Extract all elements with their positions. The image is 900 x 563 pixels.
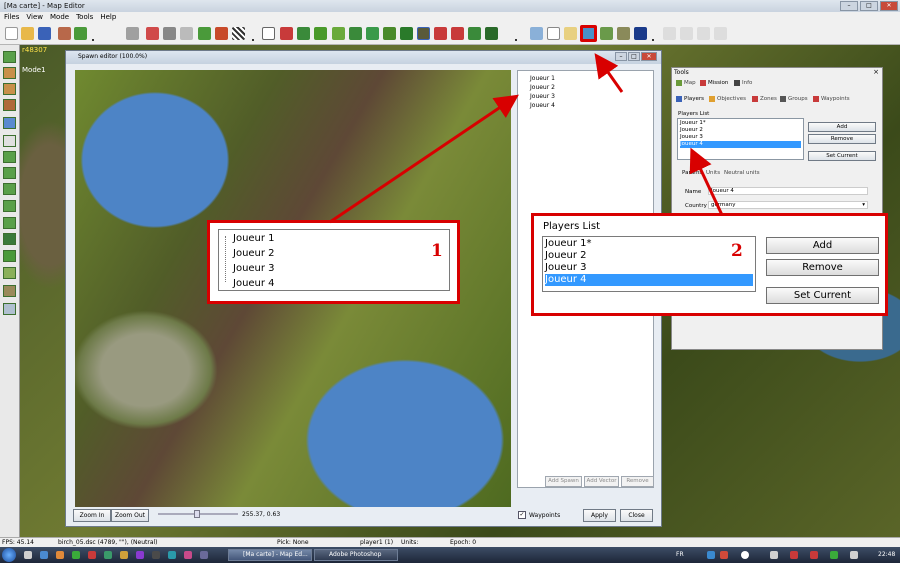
fps-readout: FPS: 45.14 xyxy=(2,539,34,546)
epoch-readout: Epoch: 0 xyxy=(450,539,477,546)
arrow-to-players-list xyxy=(689,147,724,216)
quicklaunch-icon[interactable] xyxy=(56,551,64,559)
quicklaunch-icon[interactable] xyxy=(88,551,96,559)
arrow-to-spawn-tool xyxy=(594,53,624,93)
clock[interactable]: 22:48 xyxy=(878,551,895,558)
quicklaunch-icon[interactable] xyxy=(184,551,192,559)
arrow-to-spawn-list xyxy=(329,94,519,224)
quicklaunch-icon[interactable] xyxy=(24,551,32,559)
quicklaunch-icon[interactable] xyxy=(104,551,112,559)
file-readout: birch_05.dsc (4789, ""), (Neutral) xyxy=(58,539,158,546)
volume-icon[interactable] xyxy=(850,551,858,559)
tray-icon[interactable] xyxy=(770,551,778,559)
taskbar: [Ma carte] - Map Ed... Adobe Photoshop F… xyxy=(0,547,900,563)
tray-icon[interactable] xyxy=(720,551,728,559)
quicklaunch-icon[interactable] xyxy=(120,551,128,559)
task-photoshop[interactable]: Adobe Photoshop xyxy=(314,549,398,561)
tray-icon[interactable] xyxy=(707,551,715,559)
start-button[interactable] xyxy=(2,548,16,562)
tray-icon[interactable] xyxy=(790,551,798,559)
quicklaunch-icon[interactable] xyxy=(200,551,208,559)
status-bar: FPS: 45.14 birch_05.dsc (4789, ""), (Neu… xyxy=(0,537,900,547)
quicklaunch-icon[interactable] xyxy=(168,551,176,559)
pick-readout: Pick: None xyxy=(277,539,309,546)
player-readout: player1 (1) xyxy=(360,539,394,546)
task-map-editor[interactable]: [Ma carte] - Map Ed... xyxy=(228,549,312,561)
tray-icon[interactable] xyxy=(810,551,818,559)
quicklaunch-icon[interactable] xyxy=(40,551,48,559)
units-readout: Units: xyxy=(401,539,419,546)
media-play-icon[interactable] xyxy=(741,551,749,559)
language-indicator[interactable]: FR xyxy=(676,551,684,558)
quicklaunch-icon[interactable] xyxy=(152,551,160,559)
quicklaunch-icon[interactable] xyxy=(136,551,144,559)
annotation-arrows xyxy=(329,53,724,224)
tray-icon[interactable] xyxy=(830,551,838,559)
quicklaunch-icon[interactable] xyxy=(72,551,80,559)
